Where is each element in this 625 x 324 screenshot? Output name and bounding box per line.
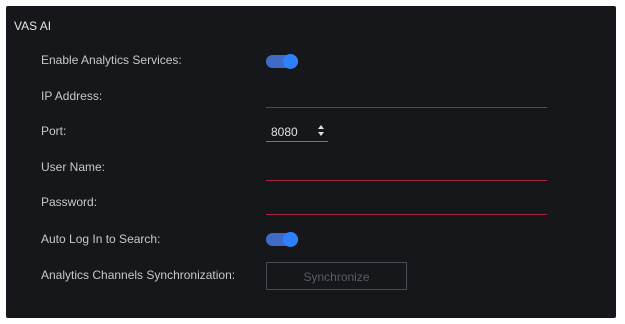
panel-title: VAS AI — [14, 19, 52, 33]
vas-ai-panel: VAS AI Enable Analytics Services: IP Add… — [6, 6, 616, 318]
password-field[interactable] — [266, 195, 547, 215]
spinner-up-down-icon[interactable] — [318, 124, 326, 138]
enable-analytics-toggle[interactable] — [266, 54, 298, 69]
ip-address-label: IP Address: — [41, 89, 103, 103]
auto-login-label: Auto Log In to Search: — [41, 232, 161, 246]
auto-login-toggle[interactable] — [266, 232, 298, 247]
user-name-label: User Name: — [41, 160, 106, 174]
toggle-knob — [283, 54, 298, 69]
synchronize-button[interactable]: Synchronize — [266, 262, 407, 290]
port-value: 8080 — [271, 125, 298, 139]
channel-sync-label: Analytics Channels Synchronization: — [41, 268, 236, 282]
enable-analytics-label: Enable Analytics Services: — [41, 53, 182, 67]
toggle-knob — [283, 232, 298, 247]
spinner-up-icon[interactable] — [318, 125, 324, 129]
port-label: Port: — [41, 124, 67, 138]
user-name-field[interactable] — [266, 161, 547, 181]
password-label: Password: — [41, 195, 98, 209]
spinner-down-icon[interactable] — [318, 132, 324, 136]
port-stepper[interactable]: 8080 — [266, 121, 328, 142]
ip-address-field[interactable] — [266, 88, 547, 108]
